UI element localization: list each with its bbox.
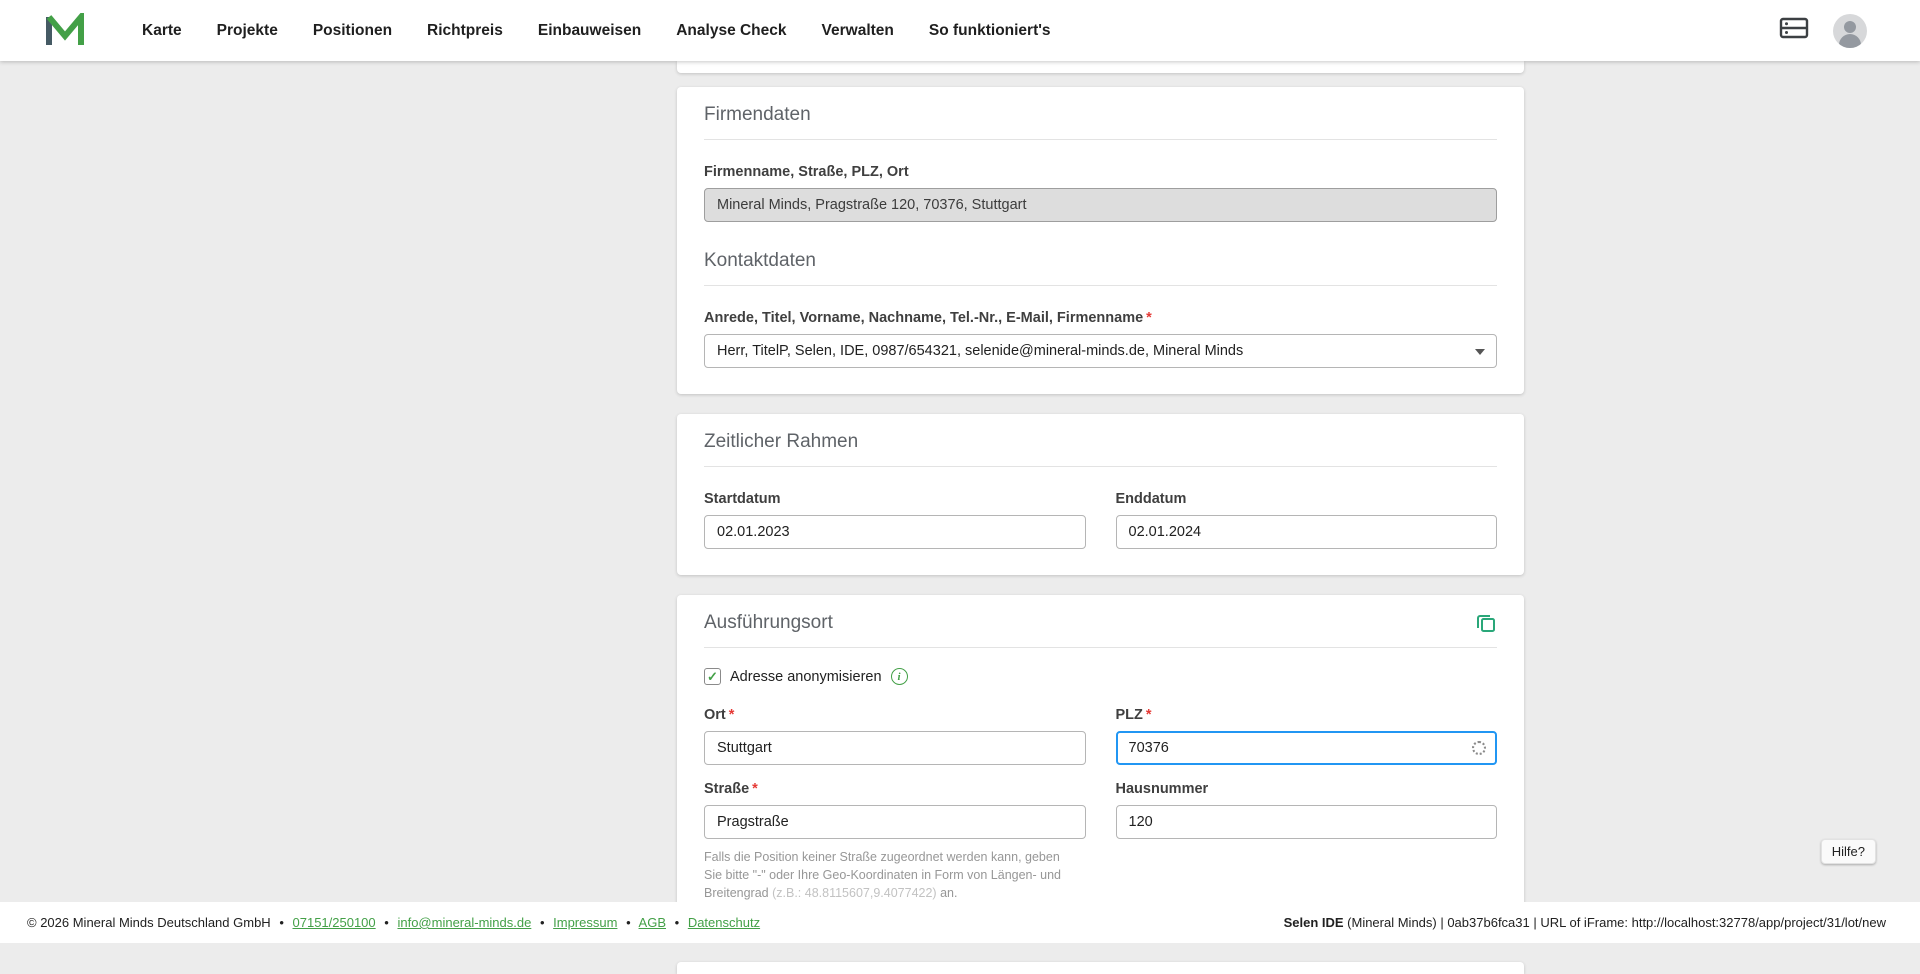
main-nav: Karte Projekte Positionen Richtpreis Ein… [142, 22, 1051, 40]
ort-label: Ort* [704, 707, 1086, 723]
check-icon: ✓ [707, 670, 718, 683]
app-logo[interactable] [45, 13, 142, 49]
nav-item-so-funktionierts[interactable]: So funktioniert's [929, 22, 1051, 40]
footer-link-agb[interactable]: AGB [639, 915, 666, 930]
loading-spinner-icon [1472, 741, 1486, 755]
anonymize-row: ✓ Adresse anonymisieren i [704, 668, 1497, 685]
footer-left: © 2026 Mineral Minds Deutschland GmbH • … [27, 915, 760, 930]
footer-separator: • [540, 915, 545, 930]
server-icon[interactable] [1779, 15, 1809, 46]
footer-separator: • [626, 915, 631, 930]
hausnummer-input[interactable] [1116, 805, 1498, 839]
nav-item-karte[interactable]: Karte [142, 22, 182, 40]
startdatum-label: Startdatum [704, 491, 1086, 507]
footer-link-impressum[interactable]: Impressum [553, 915, 617, 930]
info-glyph: i [898, 671, 901, 683]
footer-env-details: (Mineral Minds) | 0ab37b6fca31 | URL of … [1344, 915, 1886, 930]
nav-item-einbauweisen[interactable]: Einbauweisen [538, 22, 641, 40]
firmendaten-header: Firmendaten [704, 104, 1497, 140]
card-partial-top [677, 61, 1524, 73]
nav-item-analyse-check[interactable]: Analyse Check [676, 22, 786, 40]
plz-label: PLZ* [1116, 707, 1498, 723]
ort-field: Ort* [704, 707, 1086, 765]
nav-item-richtpreis[interactable]: Richtpreis [427, 22, 503, 40]
ort-input[interactable] [704, 731, 1086, 765]
required-asterisk: * [729, 707, 735, 723]
navbar-right [1779, 14, 1867, 48]
nav-item-verwalten[interactable]: Verwalten [822, 22, 894, 40]
card-firmendaten: Firmendaten Firmenname, Straße, PLZ, Ort… [677, 87, 1524, 394]
required-asterisk: * [1146, 310, 1152, 326]
footer-separator: • [279, 915, 284, 930]
hausnummer-field: Hausnummer [1116, 781, 1498, 902]
enddatum-field: Enddatum [1116, 491, 1498, 549]
firmenname-readonly-input[interactable] [704, 188, 1497, 222]
enddatum-input[interactable] [1116, 515, 1498, 549]
startdatum-field: Startdatum [704, 491, 1086, 549]
copy-icon[interactable] [1475, 612, 1497, 634]
strasse-input[interactable] [704, 805, 1086, 839]
strasse-label-text: Straße [704, 781, 749, 797]
firmenname-label: Firmenname, Straße, PLZ, Ort [704, 164, 1497, 180]
card-zeitlicher-rahmen: Zeitlicher Rahmen Startdatum Enddatum [677, 414, 1524, 575]
ausfuehrungsort-header: Ausführungsort [704, 612, 1497, 648]
anonymize-label: Adresse anonymisieren [730, 669, 882, 685]
help-text-part2: an. [937, 886, 958, 900]
ausfuehrungsort-title: Ausführungsort [704, 612, 833, 634]
footer-link-phone[interactable]: 07151/250100 [293, 915, 376, 930]
chevron-down-icon [1475, 349, 1485, 355]
top-navbar: Karte Projekte Positionen Richtpreis Ein… [0, 0, 1920, 61]
footer-right: Selen IDE (Mineral Minds) | 0ab37b6fca31… [1284, 915, 1886, 930]
kontakt-label: Anrede, Titel, Vorname, Nachname, Tel.-N… [704, 310, 1497, 326]
copyright-text: © 2026 Mineral Minds Deutschland GmbH [27, 915, 271, 930]
avatar-head [1844, 21, 1856, 33]
help-text-coords: (z.B.: 48.8115607,9.4077422) [772, 886, 936, 900]
required-asterisk: * [752, 781, 758, 797]
hausnummer-label: Hausnummer [1116, 781, 1498, 797]
kontakt-label-text: Anrede, Titel, Vorname, Nachname, Tel.-N… [704, 310, 1143, 326]
footer-env-name: Selen IDE [1284, 915, 1344, 930]
anonymize-checkbox[interactable]: ✓ [704, 668, 721, 685]
kontakt-select-value: Herr, TitelP, Selen, IDE, 0987/654321, s… [717, 343, 1243, 359]
footer-link-datenschutz[interactable]: Datenschutz [688, 915, 760, 930]
mineral-minds-logo-icon [45, 13, 85, 49]
kontaktdaten-title: Kontaktdaten [704, 250, 816, 271]
zeitraum-header: Zeitlicher Rahmen [704, 431, 1497, 467]
form-card-column: Firmendaten Firmenname, Straße, PLZ, Ort… [677, 61, 1524, 974]
card-partial-bottom [677, 962, 1524, 974]
help-button[interactable]: Hilfe? [1821, 839, 1876, 864]
nav-item-positionen[interactable]: Positionen [313, 22, 392, 40]
page-content: Firmendaten Firmenname, Straße, PLZ, Ort… [0, 61, 1920, 902]
footer: © 2026 Mineral Minds Deutschland GmbH • … [0, 902, 1920, 943]
kontaktdaten-header: Kontaktdaten [704, 250, 1497, 286]
ort-label-text: Ort [704, 707, 726, 723]
footer-separator: • [384, 915, 389, 930]
footer-separator: • [675, 915, 680, 930]
info-icon[interactable]: i [891, 668, 908, 685]
firmendaten-title: Firmendaten [704, 104, 811, 125]
card-ausfuehrungsort: Ausführungsort ✓ Adresse anonymisieren i [677, 595, 1524, 928]
nav-item-projekte[interactable]: Projekte [217, 22, 278, 40]
user-avatar[interactable] [1833, 14, 1867, 48]
footer-link-email[interactable]: info@mineral-minds.de [397, 915, 531, 930]
startdatum-input[interactable] [704, 515, 1086, 549]
enddatum-label: Enddatum [1116, 491, 1498, 507]
strasse-help-text: Falls die Position keiner Straße zugeord… [704, 849, 1076, 902]
avatar-shoulders [1839, 34, 1861, 48]
plz-field: PLZ* [1116, 707, 1498, 765]
strasse-label: Straße* [704, 781, 1086, 797]
zeitraum-title: Zeitlicher Rahmen [704, 431, 858, 452]
plz-input[interactable] [1116, 731, 1498, 765]
plz-label-text: PLZ [1116, 707, 1143, 723]
kontakt-select[interactable]: Herr, TitelP, Selen, IDE, 0987/654321, s… [704, 334, 1497, 368]
required-asterisk: * [1146, 707, 1152, 723]
strasse-field: Straße* Falls die Position keiner Straße… [704, 781, 1086, 902]
